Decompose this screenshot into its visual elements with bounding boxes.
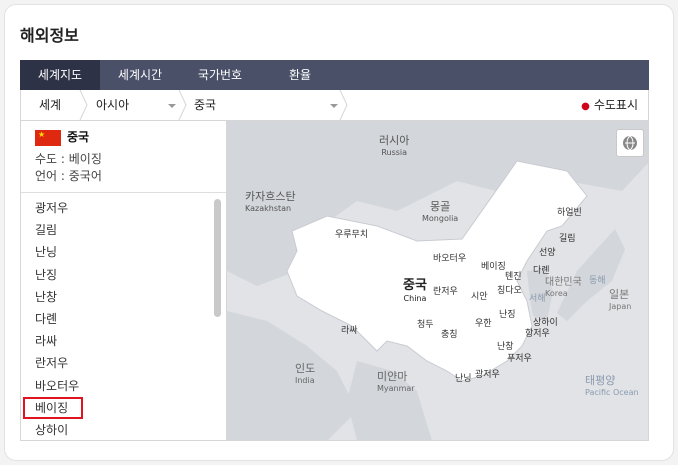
capital-toggle-label: 수도표시 — [593, 98, 638, 112]
city-item[interactable]: 다롄 — [21, 308, 211, 330]
city-item[interactable]: 바오터우 — [21, 375, 211, 397]
city-marker[interactable]: 광저우 — [475, 367, 500, 380]
pacific-label: 태평양 Pacific Ocean — [585, 374, 639, 398]
city-marker[interactable]: 길림 — [559, 231, 576, 244]
capital-toggle[interactable]: ● 수도표시 — [581, 90, 638, 122]
india-land — [227, 311, 357, 440]
city-item[interactable]: 길림 — [21, 219, 211, 241]
city-marker[interactable]: 라싸 — [341, 323, 358, 336]
city-marker[interactable]: 푸저우 — [507, 351, 532, 364]
city-item-selected[interactable]: 베이징 — [21, 396, 211, 419]
city-item[interactable]: 상하이 — [21, 419, 211, 441]
breadcrumb-region-select[interactable]: 아시아 — [96, 90, 129, 120]
red-dot-icon: ● — [581, 101, 590, 112]
russia-label: 러시아 Russia — [379, 134, 410, 158]
divider — [21, 192, 226, 193]
breadcrumb-separator — [79, 90, 88, 120]
breadcrumb: 세계 아시아 중국 ● 수도표시 — [20, 90, 649, 121]
country-dropdown-caret-icon[interactable] — [330, 104, 338, 108]
city-marker[interactable]: 칭다오 — [497, 283, 522, 296]
myanmar-label: 미얀마 Myanmar — [377, 370, 415, 394]
city-item[interactable]: 난닝 — [21, 241, 211, 263]
city-item[interactable]: 란저우 — [21, 352, 211, 374]
tab-country-code[interactable]: 국가번호 — [180, 60, 260, 90]
korea-label: 대한민국 Korea — [545, 277, 582, 298]
china-label: 중국 China — [403, 278, 427, 303]
scrollbar[interactable] — [214, 199, 224, 439]
india-label: 인도 India — [295, 362, 316, 386]
city-marker[interactable]: 톈진 — [505, 269, 522, 282]
language-info: 언어 : 중국어 — [35, 169, 102, 183]
country-info: ★ 중국 수도 : 베이징 언어 : 중국어 — [35, 129, 102, 185]
breadcrumb-separator — [339, 90, 348, 120]
city-marker[interactable]: 다롄 — [533, 263, 550, 276]
tab-world-time[interactable]: 세계시간 — [100, 60, 180, 90]
city-item[interactable]: 광저우 — [21, 197, 211, 219]
city-marker[interactable]: 우루무치 — [335, 227, 368, 240]
japan-label: 일본 Japan — [609, 288, 632, 312]
tab-world-map[interactable]: 세계지도 — [20, 60, 100, 90]
globe-button[interactable] — [616, 129, 644, 157]
city-marker[interactable]: 난징 — [499, 307, 516, 320]
china-flag-icon: ★ — [35, 129, 61, 146]
breadcrumb-world[interactable]: 세계 — [39, 90, 61, 120]
breadcrumb-country-select[interactable]: 중국 — [194, 90, 216, 120]
country-name: 중국 — [67, 130, 90, 144]
city-marker[interactable]: 항저우 — [525, 326, 550, 339]
city-marker[interactable]: 청두 — [417, 317, 434, 330]
city-marker[interactable]: 베이징 — [481, 259, 506, 272]
city-marker[interactable]: 우한 — [475, 316, 492, 329]
city-item[interactable]: 라싸 — [21, 330, 211, 352]
east-sea-label: 동해 — [589, 276, 606, 286]
tab-bar: 세계지도 세계시간 국가번호 환율 — [20, 60, 649, 90]
city-marker[interactable]: 하얼빈 — [557, 205, 582, 218]
capital-info: 수도 : 베이징 — [35, 152, 102, 166]
city-marker[interactable]: 시안 — [471, 289, 488, 302]
scrollbar-thumb[interactable] — [214, 199, 221, 317]
region-dropdown-caret-icon[interactable] — [168, 104, 176, 108]
world-map[interactable]: 러시아 Russia 카자흐스탄 Kazakhstan 몽골 Mongolia 중국 C… — [226, 121, 649, 441]
mongolia-label: 몽골 Mongolia — [422, 200, 459, 224]
kazakhstan-label: 카자흐스탄 Kazakhstan — [245, 190, 296, 214]
city-list: 광저우 길림 난닝 난징 난창 다롄 라싸 란저우 바오터우 베이징 상하이 — [21, 197, 211, 441]
city-marker[interactable]: 선양 — [539, 245, 556, 258]
city-marker[interactable]: 란저우 — [433, 284, 458, 297]
city-item[interactable]: 난창 — [21, 286, 211, 308]
city-marker[interactable]: 난닝 — [455, 371, 472, 384]
page-title: 해외정보 — [20, 26, 79, 45]
city-marker[interactable]: 충칭 — [441, 327, 458, 340]
breadcrumb-separator — [178, 90, 187, 120]
tab-exchange-rate[interactable]: 환율 — [260, 60, 340, 90]
city-marker[interactable]: 바오터우 — [433, 251, 466, 264]
selection-highlight — [23, 396, 83, 419]
west-sea-label: 서해 — [529, 294, 546, 304]
city-item[interactable]: 난징 — [21, 264, 211, 286]
country-panel: ★ 중국 수도 : 베이징 언어 : 중국어 광저우 길림 난닝 난징 난창 다롄… — [20, 121, 226, 441]
globe-icon — [623, 135, 637, 151]
